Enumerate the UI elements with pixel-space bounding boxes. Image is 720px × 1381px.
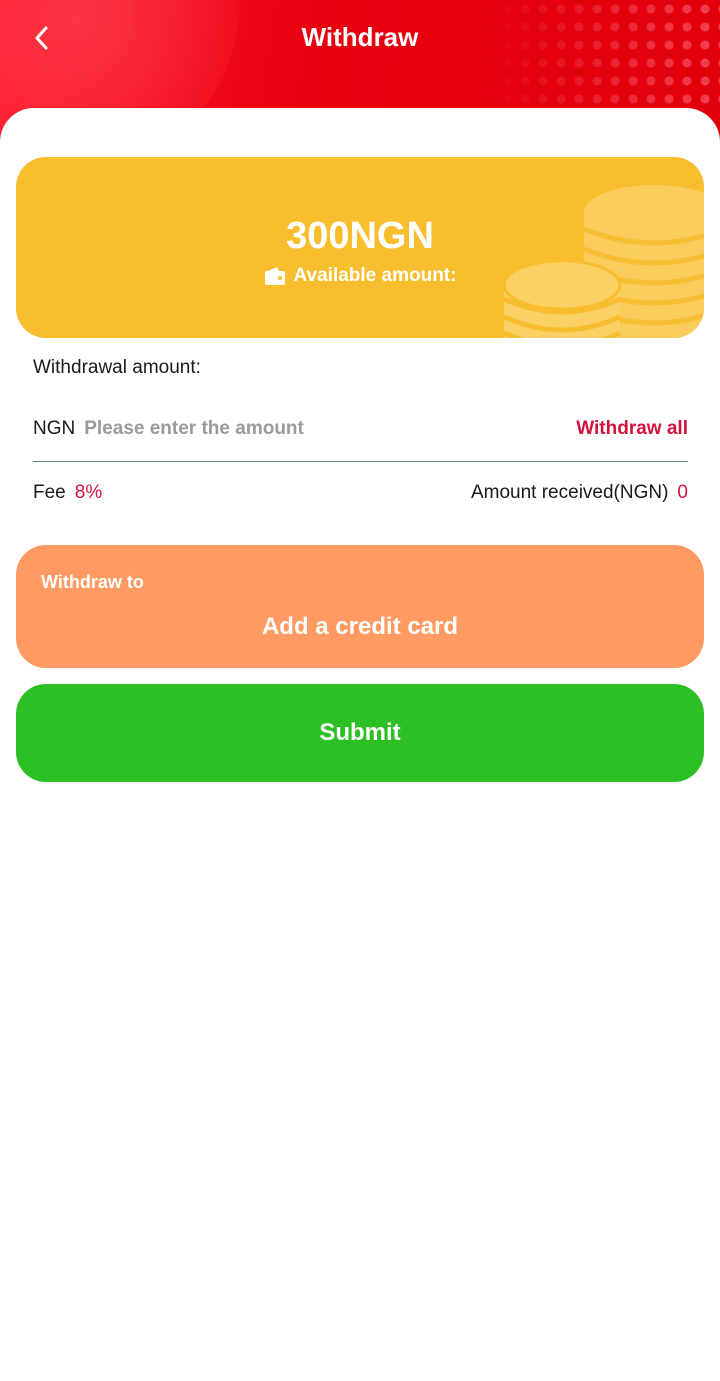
wallet-icon <box>264 267 285 285</box>
fee-value: 8% <box>74 482 103 503</box>
available-amount-label: Available amount: <box>293 265 457 286</box>
withdraw-to-label: Withdraw to <box>41 572 144 592</box>
amount-input[interactable] <box>84 414 577 444</box>
amount-input-row: NGN Withdraw all <box>33 404 688 462</box>
fee-label: Fee <box>33 482 66 503</box>
amount-received-value: 0 <box>677 482 688 503</box>
submit-button[interactable]: Submit <box>16 684 704 782</box>
amount-received-label: Amount received(NGN) <box>470 482 669 503</box>
withdraw-all-button[interactable]: Withdraw all <box>576 418 688 440</box>
header-dot-pattern <box>480 0 720 110</box>
available-amount-row: Available amount: <box>16 265 704 287</box>
add-credit-card-button[interactable]: Add a credit card <box>16 613 704 641</box>
balance-card: 300NGN Available amount: <box>16 157 704 338</box>
page-title: Withdraw <box>301 22 419 52</box>
withdraw-page: Withdraw 300NGN Available amount: Withdr… <box>0 0 720 1381</box>
amount-received-group: Amount received(NGN) 0 <box>471 482 688 504</box>
fee-row: Fee 8% Amount received(NGN) 0 <box>33 481 688 505</box>
balance-amount: 300NGN <box>286 215 434 257</box>
withdrawal-amount-label: Withdrawal amount: <box>33 357 201 378</box>
currency-label: NGN <box>33 418 76 439</box>
fee-group: Fee 8% <box>33 482 102 504</box>
withdraw-to-card[interactable]: Withdraw to Add a credit card <box>16 545 704 668</box>
